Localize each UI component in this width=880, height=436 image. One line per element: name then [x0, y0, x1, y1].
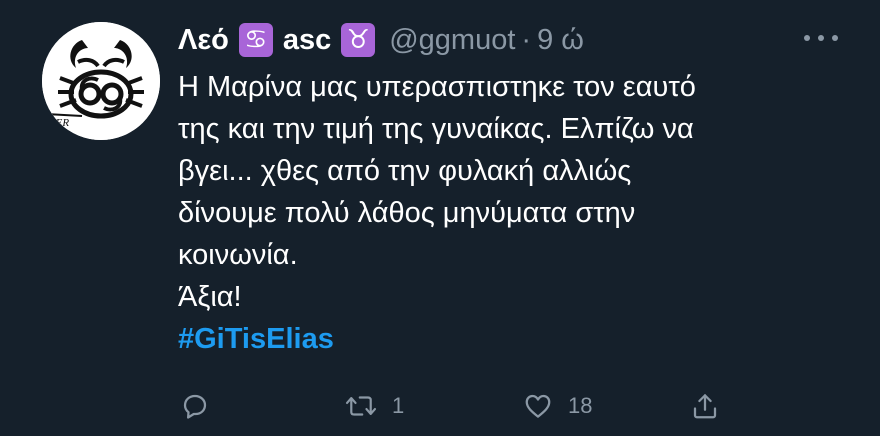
- separator-dot: ·: [521, 23, 532, 56]
- tweet-text-line: δίνουμε πολύ λάθος μηνύματα στην: [178, 197, 636, 229]
- reply-button[interactable]: [180, 386, 224, 426]
- more-dot: [804, 35, 810, 41]
- cancer-zodiac-avatar-icon: rCER: [42, 22, 160, 140]
- tweet-content: Λεό ♋ asc ♉ @ggmuot · 9 ώ Η Μαρίνα μας υ…: [178, 18, 838, 360]
- retweet-button[interactable]: 1: [344, 386, 404, 426]
- tweet-actions: 1 18: [178, 386, 738, 426]
- heart-icon: [525, 394, 551, 418]
- tweet-text-line: Άξια!: [178, 281, 242, 313]
- taurus-sign-icon: ♉: [341, 23, 376, 57]
- more-options-icon[interactable]: [804, 28, 838, 48]
- tweet-text-line: κοινωνία.: [178, 239, 298, 271]
- tweet-text: Η Μαρίνα μας υπερασπιστηκε τον εαυτό της…: [178, 66, 838, 360]
- more-dot: [832, 35, 838, 41]
- tweet-header: Λεό ♋ asc ♉ @ggmuot · 9 ώ: [178, 18, 838, 62]
- avatar-text: rCER: [44, 117, 69, 129]
- tweet-time[interactable]: 9 ώ: [537, 24, 584, 57]
- tweet[interactable]: rCER Λεό ♋ asc ♉ @ggmuot · 9 ώ Η Μαρίνα …: [0, 0, 880, 436]
- retweet-icon: [345, 396, 377, 416]
- avatar[interactable]: rCER: [42, 22, 160, 140]
- display-name[interactable]: Λεό: [178, 24, 229, 57]
- cancer-sign-icon: ♋: [238, 23, 273, 57]
- retweet-count: 1: [392, 393, 405, 418]
- tweet-text-line: βγει... χθες από την φυλακή αλλιώς: [178, 155, 632, 187]
- user-handle[interactable]: @ggmuot: [389, 24, 515, 57]
- like-button[interactable]: 18: [522, 386, 592, 426]
- like-count: 18: [568, 393, 593, 418]
- more-dot: [818, 35, 824, 41]
- share-icon: [693, 394, 717, 419]
- tweet-text-line: της και την τιμή της γυναίκας. Ελπίζω να: [178, 113, 694, 145]
- hashtag-link[interactable]: #GiTisElias: [178, 318, 838, 360]
- reply-icon: [183, 394, 207, 419]
- share-button[interactable]: [690, 386, 720, 426]
- tweet-text-line: Η Μαρίνα μας υπερασπιστηκε τον εαυτό: [178, 71, 696, 103]
- secondary-name[interactable]: asc: [283, 24, 331, 57]
